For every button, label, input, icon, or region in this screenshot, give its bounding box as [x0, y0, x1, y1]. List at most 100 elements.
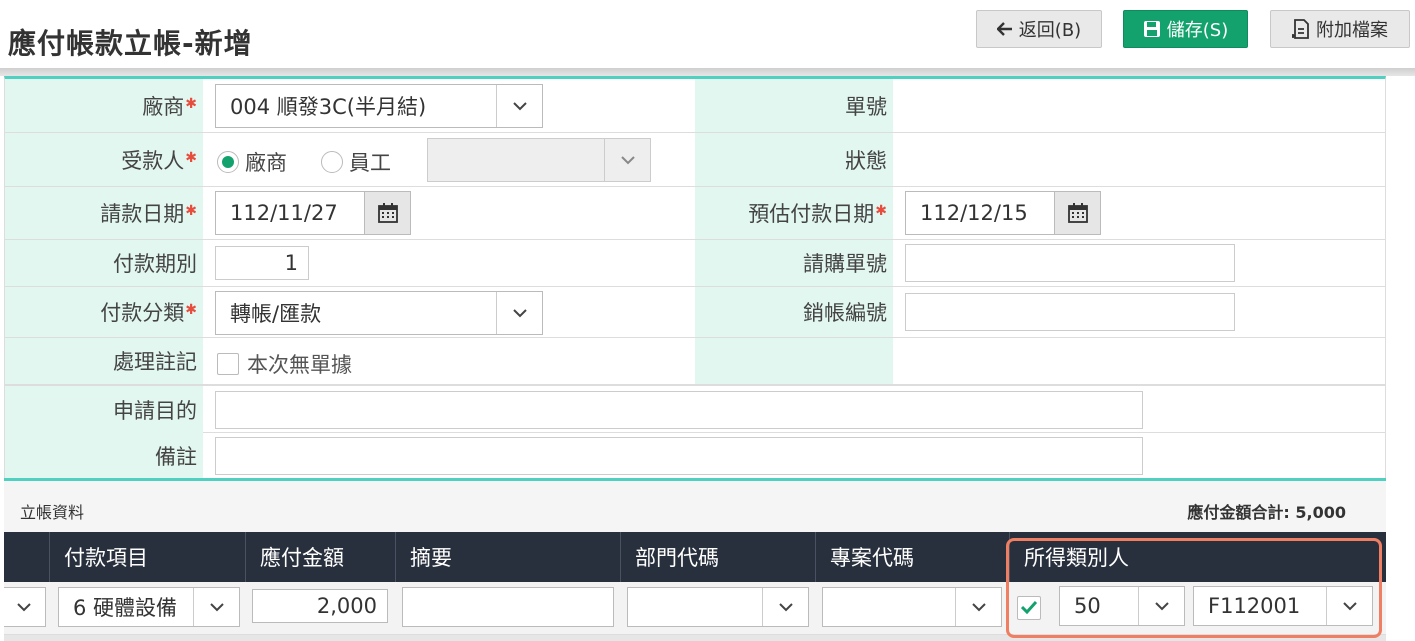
form-row-process: 處理註記 本次無單據 — [5, 338, 1385, 385]
form-row-category: 付款分類 ✱ 轉帳/匯款 銷帳編號 — [5, 287, 1385, 338]
purpose-label: 申請目的 — [5, 386, 203, 433]
form-row-vendor: 廠商 ✱ 004 順發3C(半月結) 單號 — [5, 79, 1385, 133]
payee-radio-vendor[interactable]: 廠商 — [217, 147, 287, 177]
chevron-down-icon — [762, 588, 808, 626]
writeoff-no-label: 銷帳編號 — [695, 287, 893, 337]
writeoff-no-label-text: 銷帳編號 — [803, 301, 887, 325]
column-header[interactable]: 部門代碼 — [621, 532, 816, 582]
purpose-label-text: 申請目的 — [113, 398, 197, 423]
purpose-input[interactable] — [215, 391, 1143, 429]
est-pay-date-value[interactable]: 112/12/15 — [906, 192, 1054, 234]
chevron-down-icon — [604, 139, 650, 181]
writeoff-no-input[interactable] — [905, 293, 1235, 331]
floppy-disk-icon — [1143, 20, 1161, 38]
chevron-down-icon — [955, 588, 1001, 626]
file-plus-icon — [1292, 19, 1310, 39]
page-header: 應付帳款立帳-新增 返回(B) 儲存(S) 附加檔案 — [0, 0, 1415, 72]
income-checkbox[interactable] — [1017, 596, 1041, 620]
pay-item-value: 6 硬體設備 — [73, 596, 178, 620]
form-row-purpose: 申請目的 — [5, 385, 1385, 433]
income-person-select[interactable]: F112001 — [1193, 586, 1373, 626]
table-row: 6 硬體設備 2,000 50 F112001 — [4, 582, 1386, 641]
column-header[interactable]: 應付金額 — [246, 532, 396, 582]
pay-category-value: 轉帳/匯款 — [230, 302, 322, 326]
remark-label: 備註 — [5, 433, 203, 478]
status-label: 狀態 — [695, 133, 893, 186]
vendor-select-value: 004 順發3C(半月結) — [230, 95, 427, 119]
chevron-down-icon — [496, 85, 542, 127]
row-action-dropdown[interactable] — [4, 587, 46, 627]
est-pay-date-picker[interactable]: 112/12/15 — [905, 191, 1101, 235]
summary-input[interactable] — [402, 587, 614, 627]
purchase-no-input[interactable] — [905, 244, 1235, 282]
required-mark: ✱ — [185, 149, 197, 166]
empty-label-cell — [695, 338, 893, 384]
back-button[interactable]: 返回(B) — [976, 10, 1102, 48]
process-note-label: 處理註記 — [5, 338, 203, 384]
est-pay-date-label-text: 預估付款日期 — [748, 202, 875, 226]
pay-category-label: 付款分類 ✱ — [5, 287, 203, 337]
page-title: 應付帳款立帳-新增 — [8, 27, 253, 60]
income-type-select[interactable]: 50 — [1059, 586, 1185, 626]
calendar-icon[interactable] — [1054, 192, 1100, 234]
request-date-picker[interactable]: 112/11/27 — [215, 191, 411, 235]
status-label-text: 狀態 — [845, 148, 887, 173]
form-panel: 廠商 ✱ 004 順發3C(半月結) 單號 受款人 ✱ 廠商 員工 狀態 請款日… — [4, 76, 1386, 478]
checkbox-unchecked-icon — [217, 353, 239, 375]
process-note-label-text: 處理註記 — [113, 350, 197, 374]
back-button-label: 返回(B) — [1018, 20, 1082, 41]
section-header: 立帳資料 應付金額合計: 5,000 — [4, 478, 1386, 532]
purchase-no-label: 請購單號 — [695, 240, 893, 286]
payee-radio-employee-label: 員工 — [349, 151, 391, 175]
chevron-down-icon — [1326, 587, 1372, 625]
employee-select[interactable] — [427, 138, 651, 182]
vendor-select[interactable]: 004 順發3C(半月結) — [215, 84, 543, 128]
attach-file-button[interactable]: 附加檔案 — [1270, 10, 1410, 48]
column-header[interactable]: 摘要 — [396, 532, 621, 582]
pay-period-label: 付款期別 — [5, 240, 203, 286]
order-no-label: 單號 — [695, 79, 893, 132]
pay-period-input[interactable]: 1 — [215, 246, 309, 280]
form-row-dates: 請款日期 ✱ 112/11/27 預估付款日期 ✱ 112/12/15 — [5, 187, 1385, 240]
no-receipt-checkbox[interactable]: 本次無單據 — [217, 349, 352, 379]
attach-file-button-label: 附加檔案 — [1316, 20, 1388, 41]
total-amount: 應付金額合計: 5,000 — [1187, 503, 1346, 522]
chevron-down-icon — [1138, 587, 1184, 625]
payee-radio-employee[interactable]: 員工 — [321, 147, 391, 177]
grid-header-blank — [4, 532, 50, 582]
payee-label: 受款人 ✱ — [5, 133, 203, 186]
form-row-period: 付款期別 1 請購單號 — [5, 240, 1385, 287]
section-title: 立帳資料 — [20, 503, 85, 522]
amount-value: 2,000 — [316, 594, 377, 618]
est-pay-date-label: 預估付款日期 ✱ — [695, 187, 893, 239]
purchase-no-label-text: 請購單號 — [803, 252, 887, 276]
form-row-payee: 受款人 ✱ 廠商 員工 狀態 — [5, 133, 1385, 187]
arrow-left-icon — [996, 22, 1013, 36]
column-header[interactable]: 專案代碼 — [816, 532, 1010, 582]
payee-radio-vendor-label: 廠商 — [245, 151, 287, 175]
request-date-value[interactable]: 112/11/27 — [216, 192, 364, 234]
project-code-select[interactable] — [822, 587, 1002, 627]
required-mark: ✱ — [185, 302, 197, 318]
required-mark: ✱ — [185, 95, 197, 112]
no-receipt-label: 本次無單據 — [247, 353, 352, 377]
save-button[interactable]: 儲存(S) — [1123, 10, 1248, 48]
calendar-icon[interactable] — [364, 192, 410, 234]
save-button-label: 儲存(S) — [1166, 20, 1229, 41]
pay-category-label-text: 付款分類 — [100, 301, 185, 325]
pay-category-select[interactable]: 轉帳/匯款 — [215, 291, 543, 335]
pay-item-select[interactable]: 6 硬體設備 — [58, 587, 240, 627]
order-no-label-text: 單號 — [845, 94, 887, 119]
column-header[interactable]: 付款項目 — [50, 532, 246, 582]
payee-label-text: 受款人 — [121, 148, 185, 173]
department-code-select[interactable] — [627, 587, 809, 627]
vendor-label: 廠商 ✱ — [5, 79, 203, 132]
header-divider — [0, 68, 1415, 76]
vendor-label-text: 廠商 — [142, 94, 185, 119]
required-mark: ✱ — [875, 203, 887, 219]
amount-input[interactable]: 2,000 — [252, 589, 388, 623]
column-header[interactable]: 所得類別人 — [1010, 532, 1386, 582]
income-type-value: 50 — [1074, 594, 1101, 618]
remark-input[interactable] — [215, 437, 1143, 475]
chevron-down-icon — [3, 588, 45, 626]
